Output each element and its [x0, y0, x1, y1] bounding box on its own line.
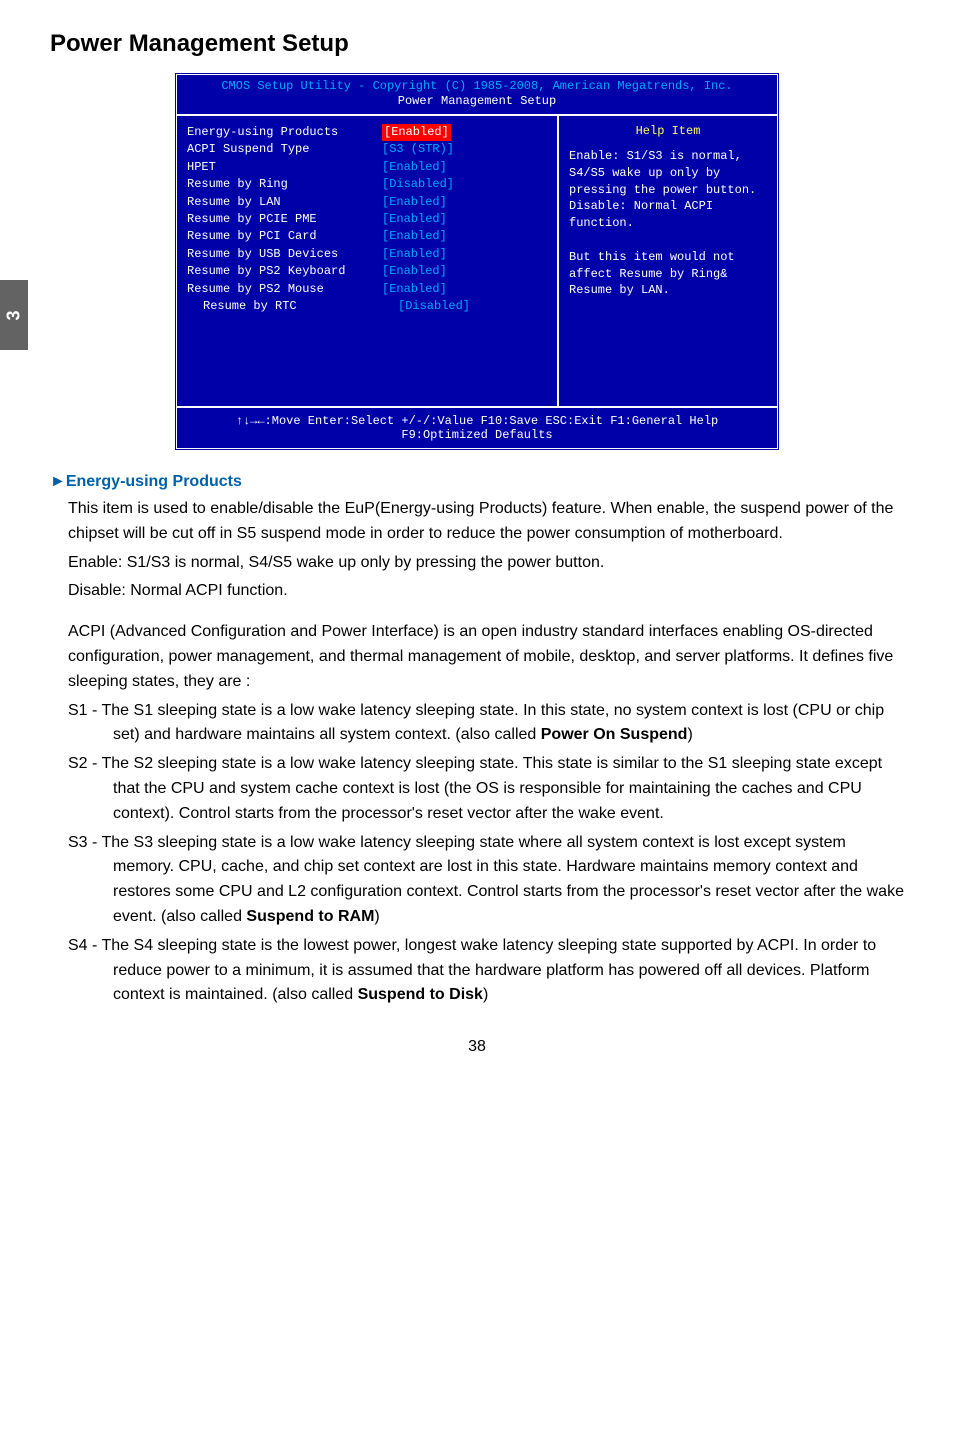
bios-row-label: Resume by PS2 Mouse — [187, 281, 382, 298]
bios-row[interactable]: HPET[Enabled] — [187, 159, 547, 176]
bios-row[interactable]: Resume by PS2 Mouse[Enabled] — [187, 281, 547, 298]
bios-row-value: [Enabled] — [382, 159, 447, 176]
text: ) — [374, 908, 379, 925]
page-title: Power Management Setup — [50, 30, 904, 58]
list-item: S1 - The S1 sleeping state is a low wake… — [68, 699, 904, 749]
list-item: S4 - The S4 sleeping state is the lowest… — [68, 934, 904, 1008]
list-item: S3 - The S3 sleeping state is a low wake… — [68, 831, 904, 930]
chapter-tab: 3 — [0, 280, 28, 350]
text: ) — [687, 726, 692, 743]
bios-row-value: [Enabled] — [382, 194, 447, 211]
text: S1 - The S1 sleeping state is a low wake… — [68, 702, 884, 744]
help-title: Help Item — [569, 124, 767, 148]
bios-row-value: [Disabled] — [398, 298, 470, 315]
bios-row-value: [Enabled] — [382, 246, 447, 263]
bios-help-pane: Help Item Enable: S1/S3 is normal, S4/S5… — [559, 116, 777, 406]
paragraph: ACPI (Advanced Configuration and Power I… — [68, 620, 904, 694]
bios-row[interactable]: Resume by PCIE PME[Enabled] — [187, 211, 547, 228]
bios-row-label: Resume by PCI Card — [187, 228, 382, 245]
bios-row[interactable]: Energy-using Products[Enabled] — [187, 124, 547, 141]
bios-row-value: [Disabled] — [382, 176, 454, 193]
bios-row-label: Resume by RTC — [187, 298, 398, 315]
paragraph: This item is used to enable/disable the … — [68, 497, 904, 547]
page-number: 38 — [50, 1038, 904, 1056]
text: S3 - The S3 sleeping state is a low wake… — [68, 834, 904, 925]
bios-row[interactable]: Resume by Ring[Disabled] — [187, 176, 547, 193]
bios-row-label: Resume by PS2 Keyboard — [187, 263, 382, 280]
bios-row[interactable]: Resume by RTC[Disabled] — [187, 298, 547, 315]
bios-screen: CMOS Setup Utility - Copyright (C) 1985-… — [174, 72, 780, 451]
paragraph: Enable: S1/S3 is normal, S4/S5 wake up o… — [68, 551, 904, 576]
bios-row[interactable]: Resume by LAN[Enabled] — [187, 194, 547, 211]
bios-row-label: Resume by PCIE PME — [187, 211, 382, 228]
text: ) — [483, 986, 488, 1003]
bios-row-value: [S3 (STR)] — [382, 141, 454, 158]
bios-row-label: Resume by Ring — [187, 176, 382, 193]
bios-row[interactable]: Resume by PS2 Keyboard[Enabled] — [187, 263, 547, 280]
bios-row-label: Resume by USB Devices — [187, 246, 382, 263]
bios-row[interactable]: Resume by PCI Card[Enabled] — [187, 228, 547, 245]
bios-row[interactable]: Resume by USB Devices[Enabled] — [187, 246, 547, 263]
bios-row-label: ACPI Suspend Type — [187, 141, 382, 158]
bios-row-label: Resume by LAN — [187, 194, 382, 211]
text-bold: Suspend to Disk — [358, 986, 483, 1003]
section-heading: ►Energy-using Products — [50, 473, 904, 491]
bios-row[interactable]: ACPI Suspend Type[S3 (STR)] — [187, 141, 547, 158]
bios-subtitle: Power Management Setup — [177, 94, 777, 114]
bios-row-label: HPET — [187, 159, 382, 176]
bios-row-value: [Enabled] — [382, 228, 447, 245]
text-bold: Power On Suspend — [541, 726, 688, 743]
text-bold: Suspend to RAM — [246, 908, 374, 925]
paragraph: Disable: Normal ACPI function. — [68, 579, 904, 604]
list-item: S2 - The S2 sleeping state is a low wake… — [68, 752, 904, 826]
bios-row-label: Energy-using Products — [187, 124, 382, 141]
bios-row-value: [Enabled] — [382, 211, 447, 228]
bios-row-value: [Enabled] — [382, 124, 451, 141]
chapter-number: 3 — [3, 310, 24, 320]
help-body: Enable: S1/S3 is normal, S4/S5 wake up o… — [569, 148, 767, 299]
bios-footer: ↑↓→←:Move Enter:Select +/-/:Value F10:Sa… — [177, 408, 777, 448]
bios-settings-pane: Energy-using Products[Enabled] ACPI Susp… — [177, 116, 559, 406]
bios-title: CMOS Setup Utility - Copyright (C) 1985-… — [177, 75, 777, 94]
bios-row-value: [Enabled] — [382, 263, 447, 280]
bios-row-value: [Enabled] — [382, 281, 447, 298]
